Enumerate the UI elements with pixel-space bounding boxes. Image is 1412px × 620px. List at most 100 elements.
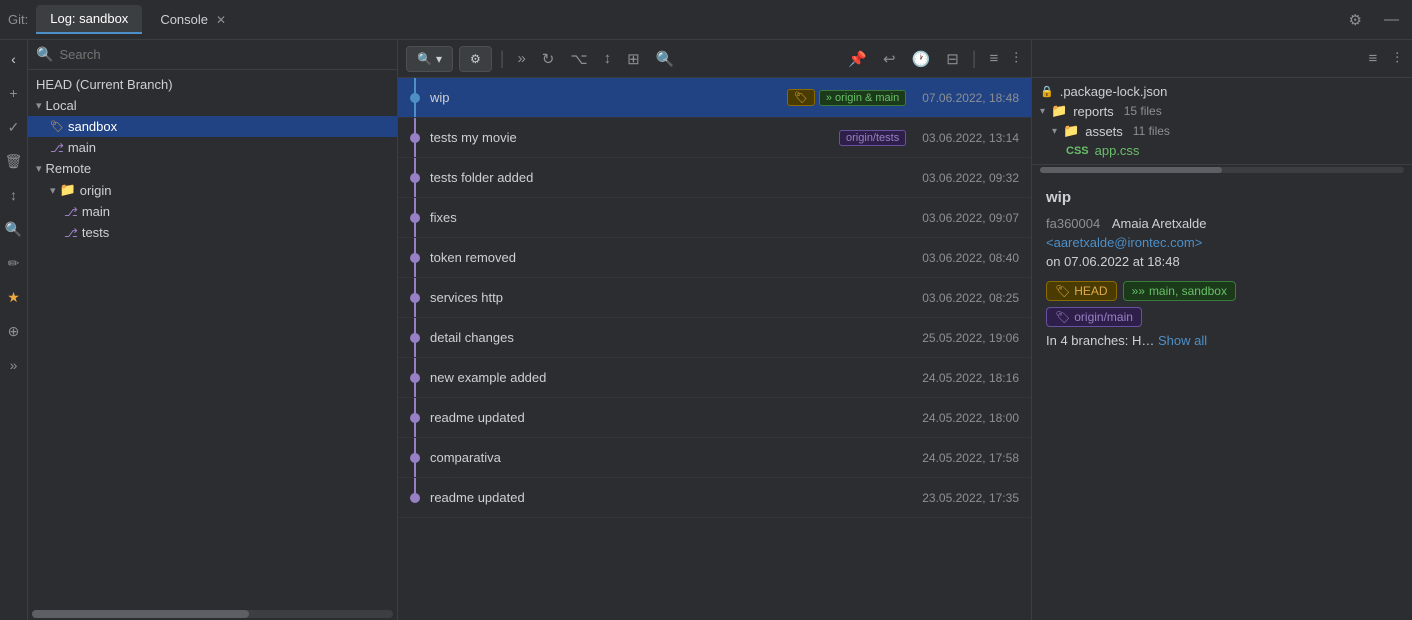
cherry-pick-icon[interactable]: ⌥ bbox=[565, 48, 592, 70]
file-item-reports[interactable]: ▾ 📁 reports 15 files bbox=[1032, 101, 1412, 121]
commit-row[interactable]: services http 03.06.2022, 08:25 bbox=[398, 278, 1031, 318]
undo-icon[interactable]: ↩ bbox=[878, 48, 901, 70]
sidebar-scrollbar[interactable] bbox=[32, 610, 393, 618]
sidebar-item-local-header[interactable]: ▾ Local bbox=[28, 95, 397, 116]
commit-message: fixes bbox=[430, 210, 914, 225]
commit-tags: origin/tests bbox=[839, 130, 906, 146]
history-icon[interactable]: 🕐 bbox=[907, 48, 936, 70]
columns-icon[interactable]: ⊟ bbox=[941, 48, 964, 70]
minimize-icon[interactable]: — bbox=[1379, 9, 1404, 30]
sidebar-item-remote-header[interactable]: ▾ Remote bbox=[28, 158, 397, 179]
commit-row[interactable]: token removed 03.06.2022, 08:40 bbox=[398, 238, 1031, 278]
sidebar-item-main[interactable]: ⎇ main bbox=[28, 137, 397, 158]
commit-message: services http bbox=[430, 290, 914, 305]
sidebar-item-sandbox[interactable]: 🏷 sandbox bbox=[28, 116, 397, 137]
search-toolbar-icon[interactable]: 🔍 bbox=[651, 48, 680, 70]
sidebar-item-origin-main[interactable]: ⎇ main bbox=[28, 201, 397, 222]
sidebar-item-origin-tests[interactable]: ⎇ tests bbox=[28, 222, 397, 243]
sidebar-search-input[interactable] bbox=[59, 47, 389, 62]
tab-log[interactable]: Log: sandbox bbox=[36, 5, 142, 34]
author-name: Amaia Aretxalde bbox=[1112, 216, 1207, 231]
sidebar-item-head[interactable]: HEAD (Current Branch) bbox=[28, 74, 397, 95]
horizontal-scrollbar[interactable] bbox=[1040, 167, 1404, 173]
separator2: | bbox=[972, 48, 977, 69]
origin-main-label: main bbox=[82, 204, 110, 219]
close-icon[interactable]: ✕ bbox=[216, 13, 226, 27]
show-all-link[interactable]: Show all bbox=[1158, 333, 1207, 348]
pin-icon[interactable]: 📌 bbox=[843, 48, 872, 70]
commit-dot bbox=[410, 373, 420, 383]
refresh-icon[interactable]: ↻ bbox=[537, 48, 560, 70]
commit-message: detail changes bbox=[430, 330, 914, 345]
branch-sidebar: 🔍 HEAD (Current Branch) ▾ Local 🏷 sandbo… bbox=[28, 40, 398, 620]
commit-row[interactable]: readme updated 24.05.2022, 18:00 bbox=[398, 398, 1031, 438]
search-dropdown-btn[interactable]: 🔍 ▾ bbox=[406, 46, 453, 72]
collapse-icon[interactable]: ‹ bbox=[3, 48, 25, 70]
grid-icon[interactable]: ⊞ bbox=[622, 48, 645, 70]
commit-message: token removed bbox=[430, 250, 914, 265]
commit-date: 25.05.2022, 19:06 bbox=[922, 331, 1019, 345]
commit-row[interactable]: fixes 03.06.2022, 09:07 bbox=[398, 198, 1031, 238]
commit-message: readme updated bbox=[430, 410, 914, 425]
add-icon[interactable]: + bbox=[3, 82, 25, 104]
commit-dot bbox=[410, 293, 420, 303]
commit-dot bbox=[410, 93, 420, 103]
commit-row[interactable]: new example added 24.05.2022, 18:16 bbox=[398, 358, 1031, 398]
file-item-assets[interactable]: ▾ 📁 assets 11 files bbox=[1032, 121, 1412, 141]
merge-icon[interactable]: ↕ bbox=[599, 48, 617, 69]
commit-detail-date: on 07.06.2022 at 18:48 bbox=[1046, 254, 1398, 269]
detail-tag-head: 🏷 HEAD bbox=[1046, 281, 1117, 301]
settings-btn[interactable]: ⚙ bbox=[459, 46, 492, 72]
tag-origin-main: » origin & main bbox=[819, 90, 906, 106]
commit-date: 24.05.2022, 18:00 bbox=[922, 411, 1019, 425]
dropdown-arrow: ▾ bbox=[436, 52, 442, 66]
caret-icon: ▾ bbox=[1052, 126, 1057, 137]
filter-icon[interactable]: ⫶ bbox=[1009, 48, 1023, 69]
commit-dot bbox=[410, 333, 420, 343]
align-icon[interactable]: ≡ bbox=[984, 48, 1003, 69]
plus-circle-icon[interactable]: ⊕ bbox=[3, 320, 25, 342]
filter-right-icon[interactable]: ⫶ bbox=[1390, 48, 1404, 69]
commit-date: 23.05.2022, 17:35 bbox=[922, 491, 1019, 505]
commit-dot bbox=[410, 133, 420, 143]
commit-date: 07.06.2022, 18:48 bbox=[922, 91, 1019, 105]
commit-detail-email: <aaretxalde@irontec.com> bbox=[1046, 235, 1398, 250]
caret-icon: ▾ bbox=[1040, 106, 1045, 117]
commit-detail-hash: fa360004 Amaia Aretxalde bbox=[1046, 216, 1398, 231]
app-css-name: app.css bbox=[1095, 143, 1140, 158]
detail-tag-origin-main: 🏷 origin/main bbox=[1046, 307, 1142, 327]
commit-date: 24.05.2022, 18:16 bbox=[922, 371, 1019, 385]
file-item-package-lock[interactable]: 🔒 .package-lock.json bbox=[1032, 82, 1412, 101]
align-right-icon[interactable]: ≡ bbox=[1363, 48, 1382, 69]
sidebar-item-origin[interactable]: ▾ 📁 origin bbox=[28, 179, 397, 201]
star-icon[interactable]: ★ bbox=[3, 286, 25, 308]
file-item-app-css[interactable]: CSS app.css bbox=[1032, 141, 1412, 160]
sandbox-branch-label: sandbox bbox=[68, 119, 117, 134]
double-chevron-icon[interactable]: » bbox=[3, 354, 25, 376]
tab-log-label: Log: sandbox bbox=[50, 11, 128, 26]
commit-row[interactable]: readme updated 23.05.2022, 17:35 bbox=[398, 478, 1031, 518]
branch-tree: HEAD (Current Branch) ▾ Local 🏷 sandbox … bbox=[28, 70, 397, 608]
tab-bar-actions: ⚙ — bbox=[1344, 9, 1404, 31]
commit-message: wip bbox=[430, 90, 779, 105]
commit-message: tests folder added bbox=[430, 170, 914, 185]
commit-row[interactable]: tests my movie origin/tests 03.06.2022, … bbox=[398, 118, 1031, 158]
search-icon: 🔍 bbox=[36, 46, 53, 63]
commit-date: 24.05.2022, 17:58 bbox=[922, 451, 1019, 465]
delete-icon[interactable]: 🗑 bbox=[3, 150, 25, 172]
tag-head: 🏷 bbox=[787, 89, 815, 106]
commit-row[interactable]: tests folder added 03.06.2022, 09:32 bbox=[398, 158, 1031, 198]
settings-icon[interactable]: ⚙ bbox=[1344, 9, 1367, 31]
commit-row[interactable]: wip 🏷 » origin & main 07.06.2022, 18:48 bbox=[398, 78, 1031, 118]
tab-console[interactable]: Console ✕ bbox=[146, 6, 240, 33]
search-side-icon[interactable]: 🔍 bbox=[3, 218, 25, 240]
commit-row[interactable]: comparativa 24.05.2022, 17:58 bbox=[398, 438, 1031, 478]
check-icon[interactable]: ✓ bbox=[3, 116, 25, 138]
double-chevron-toolbar-icon[interactable]: » bbox=[512, 48, 530, 69]
commit-row[interactable]: detail changes 25.05.2022, 19:06 bbox=[398, 318, 1031, 358]
origin-label: origin bbox=[80, 183, 112, 198]
commit-dot bbox=[410, 173, 420, 183]
edit-icon[interactable]: ✏ bbox=[3, 252, 25, 274]
vertical-icon-bar: ‹ + ✓ 🗑 ↕ 🔍 ✏ ★ ⊕ » bbox=[0, 40, 28, 620]
sort-icon[interactable]: ↕ bbox=[3, 184, 25, 206]
